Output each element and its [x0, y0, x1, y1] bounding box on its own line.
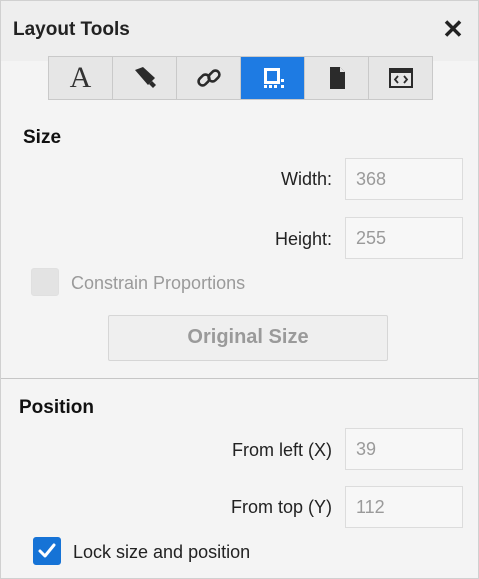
size-section-title: Size — [23, 127, 62, 148]
link-icon — [196, 69, 221, 87]
page-icon — [329, 67, 345, 89]
height-label: Height: — [274, 229, 332, 249]
paintbrush-icon — [134, 67, 156, 88]
lock-size-position-checkbox[interactable] — [33, 537, 61, 565]
width-field[interactable]: 368 — [345, 158, 463, 200]
layout-tools-panel: Layout Tools ✕ A Size Width: 368 Height:… — [0, 0, 479, 579]
layout-tool-button[interactable] — [241, 57, 305, 99]
style-tool-button[interactable] — [113, 57, 177, 99]
letter-a-icon: A — [69, 61, 92, 94]
original-size-button[interactable]: Original Size — [108, 315, 388, 361]
width-label: Width: — [280, 169, 332, 189]
section-divider — [1, 378, 478, 379]
from-top-label: From top (Y) — [230, 497, 332, 517]
link-tool-button[interactable] — [177, 57, 241, 99]
code-window-icon — [388, 68, 413, 88]
position-section-title: Position — [19, 397, 94, 418]
code-tool-button[interactable] — [369, 57, 432, 99]
panel-header: Layout Tools ✕ — [1, 1, 478, 61]
text-tool-button[interactable]: A — [49, 57, 113, 99]
page-tool-button[interactable] — [305, 57, 369, 99]
layout-toolbar: A — [48, 56, 433, 100]
from-left-label: From left (X) — [231, 440, 332, 460]
close-icon[interactable]: ✕ — [438, 11, 468, 47]
height-field[interactable]: 255 — [345, 217, 463, 259]
constrain-proportions-label: Constrain Proportions — [71, 273, 246, 293]
checkmark-icon — [38, 543, 56, 558]
constrain-proportions-checkbox[interactable] — [31, 268, 59, 296]
from-left-field[interactable]: 39 — [345, 428, 463, 470]
layout-icon — [263, 68, 284, 88]
panel-title: Layout Tools — [13, 19, 130, 40]
lock-size-position-label: Lock size and position — [73, 542, 251, 562]
from-top-field[interactable]: 112 — [345, 486, 463, 528]
